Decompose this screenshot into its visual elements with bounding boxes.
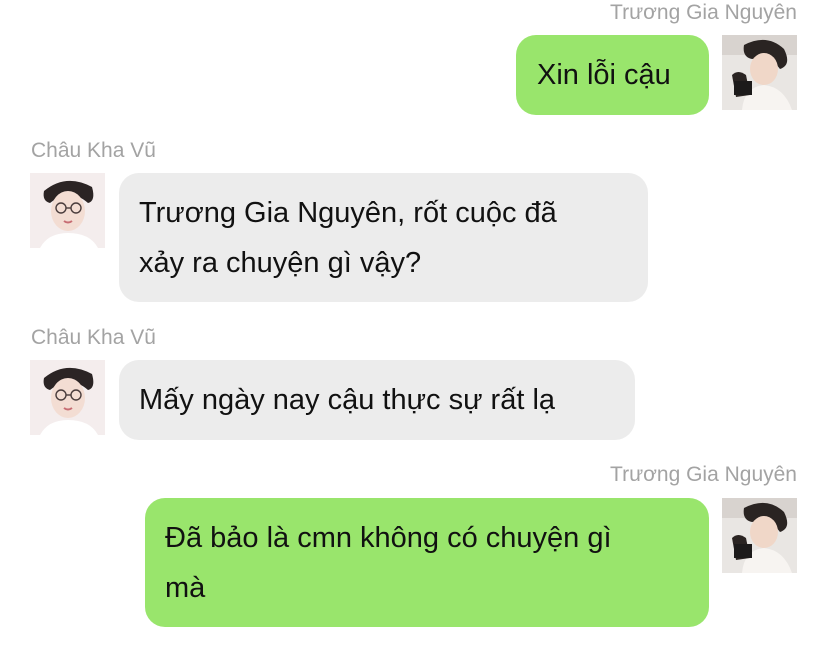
avatar[interactable] bbox=[30, 173, 105, 248]
avatar-photo bbox=[722, 35, 797, 110]
message-text: Xin lỗi cậu bbox=[537, 59, 671, 91]
message-text-line: Đã bảo là cmn không có chuyện gì bbox=[165, 522, 612, 554]
sender-name: Châu Kha Vũ bbox=[31, 139, 156, 162]
message-bubble[interactable]: Mấy ngày nay cậu thực sự rất lạ bbox=[119, 360, 635, 440]
message-bubble[interactable]: Xin lỗi cậu bbox=[516, 35, 709, 115]
avatar-photo bbox=[722, 498, 797, 573]
sender-name: Trương Gia Nguyên bbox=[610, 1, 797, 24]
message-text: Mấy ngày nay cậu thực sự rất lạ bbox=[139, 384, 556, 416]
sender-name: Trương Gia Nguyên bbox=[610, 463, 797, 486]
message-bubble[interactable]: Đã bảo là cmn không có chuyện gì mà bbox=[145, 498, 709, 627]
sender-name: Châu Kha Vũ bbox=[31, 326, 156, 349]
message-text-line: mà bbox=[165, 572, 206, 604]
message-bubble[interactable]: Trương Gia Nguyên, rốt cuộc đã xảy ra ch… bbox=[119, 173, 648, 302]
avatar-photo bbox=[30, 360, 105, 435]
avatar[interactable] bbox=[722, 498, 797, 573]
avatar[interactable] bbox=[30, 360, 105, 435]
message-text-line: xảy ra chuyện gì vậy? bbox=[139, 247, 422, 279]
avatar[interactable] bbox=[722, 35, 797, 110]
message-text-line: Trương Gia Nguyên, rốt cuộc đã bbox=[139, 197, 557, 229]
avatar-photo bbox=[30, 173, 105, 248]
